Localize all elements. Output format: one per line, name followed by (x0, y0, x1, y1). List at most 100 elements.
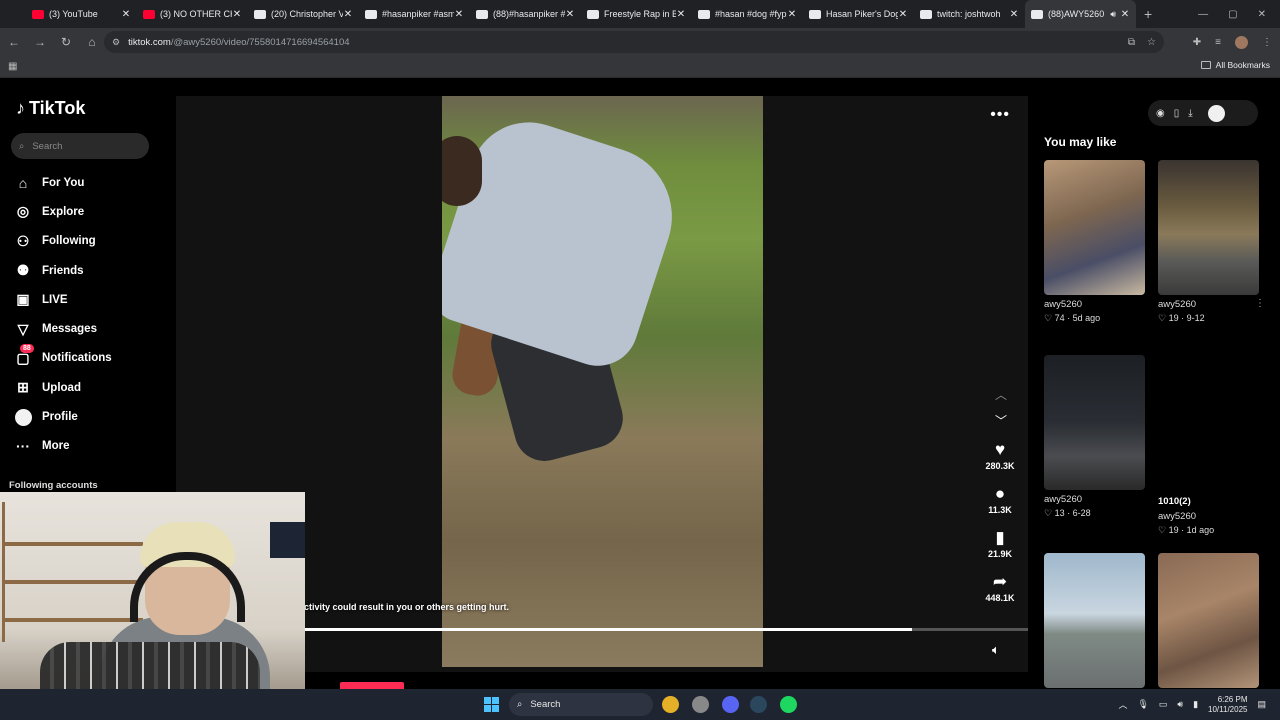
new-tab-icon[interactable]: + (1144, 6, 1152, 22)
sidebar-item-messages[interactable]: ▽ Messages (14, 314, 112, 343)
back-icon[interactable]: ← (2, 35, 26, 49)
card-author[interactable]: awy5260 (1044, 494, 1145, 505)
sidebar-item-explore[interactable]: ◎ Explore (14, 197, 112, 226)
site-info-icon[interactable]: ⚙ (112, 37, 120, 48)
clock[interactable]: 6:26 PM 10/11/2025 (1208, 695, 1247, 715)
video-frame[interactable] (442, 96, 763, 667)
cast-icon[interactable]: ⧉ (1128, 37, 1135, 48)
close-tab-icon[interactable]: ✕ (1009, 9, 1019, 20)
browser-tab[interactable]: (3) NO OTHER CH ✕ (137, 0, 248, 28)
recommended-video-card[interactable]: awy5260 ♡ 13 · 6-28 (1044, 355, 1145, 519)
video-thumbnail[interactable] (1044, 160, 1145, 295)
bookmark-star-icon[interactable]: ☆ (1147, 37, 1156, 48)
comment-button[interactable]: ● 11.3K (982, 484, 1018, 515)
card-menu-icon[interactable]: ⋮ (1255, 298, 1265, 309)
volume-icon[interactable]: 🔈︎ (992, 642, 1000, 658)
card-author[interactable]: awy5260 (1158, 299, 1259, 310)
recommended-video-card[interactable] (1158, 553, 1259, 688)
sidebar-item-notifications[interactable]: ▢ 88 Notifications (14, 344, 112, 373)
microphone-icon[interactable]: 🎙︎ (1137, 699, 1148, 710)
video-figure-head (442, 136, 482, 206)
share-button[interactable]: ➦ 448.1K (982, 572, 1018, 603)
card-author[interactable]: awy5260 (1158, 511, 1259, 522)
reload-icon[interactable]: ↻ (54, 35, 78, 49)
sidebar-item-friends[interactable]: ⚉ Friends (14, 256, 112, 285)
notification-center-icon[interactable]: ▤ (1257, 699, 1266, 710)
speaker-icon[interactable]: 🔊︎ (1110, 9, 1116, 20)
tray-chevron-icon[interactable]: ︿ (1118, 698, 1127, 711)
app-icon[interactable] (692, 696, 709, 713)
video-thumbnail[interactable] (1158, 160, 1259, 295)
favorite-button[interactable]: ▮ 21.9K (982, 528, 1018, 559)
extensions-icon[interactable]: ✚ (1193, 37, 1201, 48)
chevron-up-icon[interactable]: ︿ (995, 386, 1007, 403)
network-icon[interactable]: ▭ (1159, 699, 1168, 710)
discord-icon[interactable] (722, 696, 739, 713)
sidebar-item-live[interactable]: ▣ LIVE (14, 285, 112, 314)
minimize-icon[interactable]: — (1198, 9, 1208, 20)
address-bar[interactable]: ⚙ tiktok.com/@awy5260/video/755801471669… (104, 31, 1164, 53)
battery-icon[interactable]: ▮ (1193, 699, 1198, 710)
search-input[interactable] (32, 140, 133, 152)
sidebar-item-profile[interactable]: Profile (14, 402, 112, 431)
home-browser-icon[interactable]: ⌂ (80, 35, 104, 49)
close-window-icon[interactable]: ✕ (1258, 9, 1266, 20)
browser-menu-icon[interactable]: ⋮ (1262, 37, 1272, 48)
maximize-icon[interactable]: ▢ (1228, 9, 1237, 20)
chevron-down-icon[interactable]: ﹀ (995, 412, 1007, 429)
browser-tab[interactable]: #hasan #dog #fyp ✕ (692, 0, 803, 28)
taskbar-search[interactable]: ⌕ Search (509, 693, 653, 716)
spotify-icon[interactable] (780, 696, 797, 713)
sidebar-item-label: LIVE (42, 293, 68, 306)
recommended-video-card[interactable]: awy5260 ♡ 74 · 5d ago (1044, 160, 1145, 324)
close-tab-icon[interactable]: ✕ (676, 9, 686, 20)
browser-tab[interactable]: twitch: joshtwoh ✕ (914, 0, 1025, 28)
video-thumbnail[interactable] (1158, 553, 1259, 688)
video-thumbnail[interactable] (1044, 553, 1145, 688)
like-button[interactable]: ♥ 280.3K (982, 440, 1018, 471)
browser-tab[interactable]: #hasanpiker #asm ✕ (359, 0, 470, 28)
coins-icon[interactable]: ◉ (1156, 108, 1165, 119)
browser-tab[interactable]: (3) YouTube ✕ (26, 0, 137, 28)
close-tab-icon[interactable]: ✕ (898, 9, 908, 20)
device-icon[interactable]: ▯ (1174, 108, 1180, 119)
close-tab-icon[interactable]: ✕ (454, 9, 464, 20)
speaker-icon[interactable]: 🔊︎ (1177, 699, 1183, 710)
close-tab-icon[interactable]: ✕ (121, 9, 131, 20)
browser-tab[interactable]: (88)#hasanpiker # ✕ (470, 0, 581, 28)
media-icon[interactable]: ≡ (1215, 37, 1221, 48)
browser-tab[interactable]: (88)AWY5260 🔊︎ ✕ (1025, 0, 1136, 28)
sidebar-item-label: More (42, 440, 70, 453)
close-tab-icon[interactable]: ✕ (232, 9, 242, 20)
browser-profile-avatar[interactable] (1235, 35, 1248, 49)
sidebar-item-upload[interactable]: ⊞ Upload (14, 373, 112, 402)
sidebar-item-more[interactable]: ··· More (14, 432, 112, 461)
download-icon[interactable]: ⤓ (1188, 108, 1192, 119)
sidebar-item-for-you[interactable]: ⌂ For You (14, 168, 112, 197)
progress-bar[interactable] (304, 628, 1028, 631)
recommended-video-card[interactable]: awy5260 ♡ 19 · 9-12 ⋮ (1158, 160, 1265, 324)
search-box[interactable]: ⌕ (11, 133, 149, 159)
apps-grid-icon[interactable]: ▦ (8, 61, 17, 72)
steam-icon[interactable] (750, 696, 767, 713)
sidebar-item-following[interactable]: ⚇ Following (14, 227, 112, 256)
tiktok-logo[interactable]: ♪ TikTok (16, 98, 85, 119)
forward-icon[interactable]: → (28, 35, 52, 49)
close-tab-icon[interactable]: ✕ (343, 9, 353, 20)
close-tab-icon[interactable]: ✕ (565, 9, 575, 20)
close-tab-icon[interactable]: ✕ (1120, 9, 1130, 20)
close-tab-icon[interactable]: ✕ (787, 9, 797, 20)
browser-tab[interactable]: Hasan Piker's Dog ✕ (803, 0, 914, 28)
browser-tab[interactable]: Freestyle Rap in B ✕ (581, 0, 692, 28)
card-author[interactable]: awy5260 (1044, 299, 1145, 310)
chrome-icon[interactable] (662, 696, 679, 713)
recommended-video-card[interactable] (1044, 553, 1145, 688)
recommended-video-card[interactable]: 1010(2) awy5260 ♡ 19 · 1d ago (1158, 355, 1259, 536)
video-thumbnail[interactable] (1044, 355, 1145, 490)
all-bookmarks[interactable]: All Bookmarks (1200, 60, 1270, 70)
theme-toggle[interactable] (1207, 104, 1225, 122)
windows-start-icon[interactable] (484, 697, 499, 712)
following-accounts-title: Following accounts (9, 480, 98, 491)
more-options-icon[interactable]: ••• (990, 106, 1010, 124)
browser-tab[interactable]: (20) Christopher V ✕ (248, 0, 359, 28)
